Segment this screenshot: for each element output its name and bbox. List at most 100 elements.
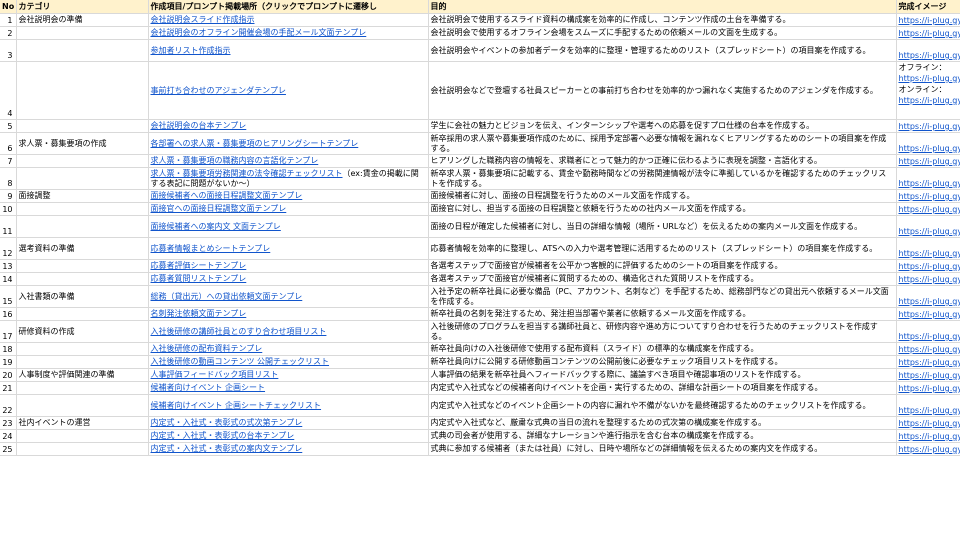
cell-template[interactable]: 応募者評価シートテンプレ: [148, 259, 429, 273]
image-link[interactable]: https://i-plug.gy: [899, 249, 960, 258]
image-link[interactable]: https://i-plug.gy: [899, 192, 960, 201]
cell-purpose[interactable]: 応募者情報を効率的に整理し、ATSへの入力や選考管理に活用するためのリスト（スプ…: [428, 237, 897, 260]
image-link[interactable]: https://i-plug.gy: [899, 275, 960, 284]
template-link[interactable]: 候補者向けイベント 企画シートチェックリスト: [151, 401, 322, 410]
cell-template[interactable]: 会社説明会スライド作成指示: [148, 13, 429, 27]
cell-category[interactable]: [16, 61, 149, 120]
cell-image[interactable]: https://i-plug.gy: [896, 259, 960, 273]
cell-template[interactable]: 求人票・募集要項労務関連の法令確認チェックリスト（ex:賃金の掲載に関する表記に…: [148, 167, 429, 190]
cell-template[interactable]: 総務（貸出元）への貸出依頼文面テンプレ: [148, 285, 429, 308]
cell-template[interactable]: 入社後研修の動画コンテンツ 公開チェックリスト: [148, 355, 429, 369]
template-link[interactable]: 求人票・募集要項の職務内容の言語化テンプレ: [151, 156, 319, 165]
cell-purpose[interactable]: 学生に会社の魅力とビジョンを伝え、インターンシップや選考への応募を促すプロ仕様の…: [428, 119, 897, 133]
cell-no[interactable]: 12: [0, 237, 17, 260]
template-link[interactable]: 面接候補者への案内文 文面テンプレ: [151, 222, 281, 231]
cell-no[interactable]: 14: [0, 272, 17, 286]
cell-purpose[interactable]: 会社説明会やイベントの参加者データを効率的に整理・管理するためのリスト（スプレッ…: [428, 39, 897, 62]
cell-image[interactable]: https://i-plug.gy: [896, 13, 960, 27]
cell-image[interactable]: https://i-plug.gy: [896, 368, 960, 382]
cell-category[interactable]: [16, 39, 149, 62]
image-link[interactable]: https://i-plug.gy: [899, 310, 960, 319]
image-link[interactable]: https://i-plug.gy: [899, 51, 960, 60]
cell-template[interactable]: 内定式・入社式・表彰式の台本テンプレ: [148, 429, 429, 443]
cell-image[interactable]: https://i-plug.gy: [896, 202, 960, 216]
cell-image[interactable]: https://i-plug.gy: [896, 429, 960, 443]
cell-template[interactable]: 事前打ち合わせのアジェンダテンプレ: [148, 61, 429, 120]
cell-category[interactable]: 求人票・募集要項の作成: [16, 132, 149, 155]
template-link[interactable]: 内定式・入社式・表彰式の案内文テンプレ: [151, 444, 303, 453]
header-no[interactable]: No: [0, 0, 17, 14]
cell-template[interactable]: 応募者質問リストテンプレ: [148, 272, 429, 286]
template-link[interactable]: 名刺発注依頼文面テンプレ: [151, 309, 247, 318]
cell-category[interactable]: 社内イベントの運営: [16, 416, 149, 430]
template-link[interactable]: 内定式・入社式・表彰式の台本テンプレ: [151, 431, 295, 440]
header-purpose[interactable]: 目的: [428, 0, 897, 14]
cell-template[interactable]: 内定式・入社式・表彰式の式次第テンプレ: [148, 416, 429, 430]
cell-no[interactable]: 4: [0, 61, 17, 120]
cell-image[interactable]: https://i-plug.gy: [896, 167, 960, 190]
cell-no[interactable]: 22: [0, 394, 17, 417]
cell-no[interactable]: 24: [0, 429, 17, 443]
cell-image[interactable]: https://i-plug.gy: [896, 416, 960, 430]
cell-image[interactable]: オフライン： https://i-plug.gy オンライン： https://i-p…: [896, 61, 960, 120]
cell-image[interactable]: https://i-plug.gy: [896, 26, 960, 40]
template-link[interactable]: 会社説明会スライド作成指示: [151, 15, 255, 24]
cell-category[interactable]: [16, 342, 149, 356]
cell-purpose[interactable]: 新卒社員の名刺を発注するため、発注担当部署や業者に依頼するメール文面を作成する。: [428, 307, 897, 321]
cell-no[interactable]: 15: [0, 285, 17, 308]
cell-template[interactable]: 面接候補者への面接日程調整文面テンプレ: [148, 189, 429, 203]
cell-no[interactable]: 2: [0, 26, 17, 40]
cell-category[interactable]: [16, 26, 149, 40]
cell-category[interactable]: [16, 167, 149, 190]
cell-no[interactable]: 3: [0, 39, 17, 62]
image-link[interactable]: https://i-plug.gy: [899, 297, 960, 306]
cell-category[interactable]: [16, 394, 149, 417]
cell-purpose[interactable]: 内定式や入社式などのイベント企画シートの内容に漏れや不備がないかを最終確認するた…: [428, 394, 897, 417]
template-link[interactable]: 会社説明会のオフライン開催会場の手配メール文面テンプレ: [151, 28, 367, 37]
cell-purpose[interactable]: 新卒社員向けの入社後研修で使用する配布資料（スライド）の標準的な構成案を作成する…: [428, 342, 897, 356]
cell-category[interactable]: [16, 259, 149, 273]
cell-category[interactable]: [16, 154, 149, 168]
cell-purpose[interactable]: 新卒社員向けに公開する研修動画コンテンツの公開前後に必要なチェック項目リストを作…: [428, 355, 897, 369]
cell-image[interactable]: https://i-plug.gy: [896, 355, 960, 369]
image-link[interactable]: https://i-plug.gy: [899, 445, 960, 454]
cell-image[interactable]: https://i-plug.gy: [896, 342, 960, 356]
template-link[interactable]: 総務（貸出元）への貸出依頼文面テンプレ: [151, 292, 303, 301]
cell-purpose[interactable]: 各選考ステップで面接官が候補者に質問するための、構造化された質問リストを作成する…: [428, 272, 897, 286]
image-link[interactable]: https://i-plug.gy: [899, 73, 960, 84]
cell-template[interactable]: 応募者情報まとめシートテンプレ: [148, 237, 429, 260]
cell-template[interactable]: 候補者向けイベント 企画シートチェックリスト: [148, 394, 429, 417]
template-link[interactable]: 応募者質問リストテンプレ: [151, 274, 247, 283]
cell-template[interactable]: 候補者向けイベント 企画シート: [148, 381, 429, 395]
cell-purpose[interactable]: 内定式や入社式など、厳粛な式典の当日の流れを整理するための式次第の構成案を作成す…: [428, 416, 897, 430]
cell-image[interactable]: https://i-plug.gy: [896, 285, 960, 308]
image-link[interactable]: https://i-plug.gy: [899, 144, 960, 153]
cell-template[interactable]: 面接官への面接日程調整文面テンプレ: [148, 202, 429, 216]
image-link[interactable]: https://i-plug.gy: [899, 16, 960, 25]
template-link[interactable]: 内定式・入社式・表彰式の式次第テンプレ: [151, 418, 303, 427]
cell-category[interactable]: [16, 272, 149, 286]
template-link[interactable]: 応募者情報まとめシートテンプレ: [151, 244, 271, 253]
template-link[interactable]: 入社後研修の配布資料テンプレ: [151, 344, 263, 353]
cell-purpose[interactable]: 会社説明会で使用するオフライン会場をスムーズに手配するための依頼メールの文面を生…: [428, 26, 897, 40]
cell-purpose[interactable]: 新卒採用の求人票や募集要項作成のために、採用予定部署へ必要な情報を漏れなくヒアリ…: [428, 132, 897, 155]
image-link[interactable]: https://i-plug.gy: [899, 227, 960, 236]
cell-template[interactable]: 各部署への求人票・募集要項のヒアリングシートテンプレ: [148, 132, 429, 155]
cell-image[interactable]: https://i-plug.gy: [896, 320, 960, 343]
image-link[interactable]: https://i-plug.gy: [899, 432, 960, 441]
cell-template[interactable]: 求人票・募集要項の職務内容の言語化テンプレ: [148, 154, 429, 168]
cell-category[interactable]: 人事制度や評価関連の準備: [16, 368, 149, 382]
image-link[interactable]: https://i-plug.gy: [899, 345, 960, 354]
cell-category[interactable]: [16, 442, 149, 456]
cell-purpose[interactable]: 面接官に対し、担当する面接の日程調整と依頼を行うための社内メール文面を作成する。: [428, 202, 897, 216]
cell-category[interactable]: [16, 429, 149, 443]
cell-purpose[interactable]: 内定式や入社式などの候補者向けイベントを企画・実行するための、詳細な計画シートの…: [428, 381, 897, 395]
cell-no[interactable]: 18: [0, 342, 17, 356]
cell-category[interactable]: [16, 307, 149, 321]
cell-no[interactable]: 5: [0, 119, 17, 133]
template-link[interactable]: 会社説明会の台本テンプレ: [151, 121, 247, 130]
cell-purpose[interactable]: ヒアリングした職務内容の情報を、求職者にとって魅力的かつ正確に伝わるように表現を…: [428, 154, 897, 168]
template-link[interactable]: 入社後研修の動画コンテンツ 公開チェックリスト: [151, 357, 330, 366]
cell-no[interactable]: 7: [0, 154, 17, 168]
cell-image[interactable]: https://i-plug.gy: [896, 272, 960, 286]
